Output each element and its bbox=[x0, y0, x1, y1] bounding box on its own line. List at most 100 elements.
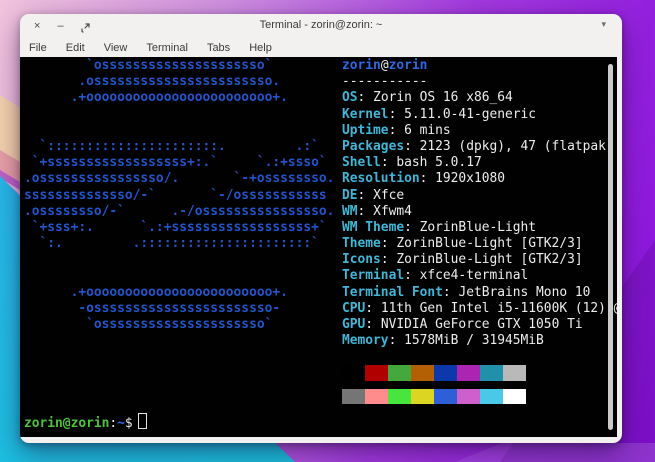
color-swatch bbox=[365, 365, 388, 381]
prompt-user-host: zorin@zorin bbox=[24, 416, 109, 431]
info-label: WM Theme bbox=[342, 220, 404, 235]
info-value: ZorinBlue-Light bbox=[420, 220, 536, 235]
info-colon: : bbox=[420, 171, 436, 186]
info-colon: : bbox=[358, 188, 374, 203]
menu-item[interactable]: Tabs bbox=[207, 42, 230, 54]
info-label: DE bbox=[342, 188, 358, 203]
neofetch-info-row: Terminal: xfce4-terminal bbox=[342, 268, 617, 284]
info-label: CPU bbox=[342, 301, 365, 316]
neofetch-info-row: Uptime: 6 mins bbox=[342, 123, 617, 139]
info-value: ZorinBlue-Light [GTK2/3] bbox=[396, 252, 582, 267]
prompt-path: ~ bbox=[117, 416, 125, 431]
info-colon: : bbox=[381, 236, 397, 251]
info-colon: : bbox=[389, 333, 405, 348]
info-label: Shell bbox=[342, 155, 381, 170]
color-swatch bbox=[411, 389, 434, 405]
titlebar[interactable]: × – Terminal - zorin@zorin: ~ ▾ bbox=[20, 14, 622, 38]
info-value: 1920x1080 bbox=[435, 171, 505, 186]
neofetch-info-row: Terminal Font: JetBrains Mono 10 bbox=[342, 285, 617, 301]
info-colon: : bbox=[443, 285, 459, 300]
neofetch-info: zorin@zorin ----------- OS: Zorin OS 16 … bbox=[342, 58, 617, 349]
info-value: xfce4-terminal bbox=[420, 268, 529, 283]
terminal-screen[interactable]: `osssssssssssssssssssso` .osssssssssssss… bbox=[20, 57, 617, 437]
neofetch-rows: OS: Zorin OS 16 x86_64 Kernel: 5.11.0-41… bbox=[342, 90, 617, 349]
color-swatch bbox=[388, 365, 411, 381]
color-swatch bbox=[503, 365, 526, 381]
terminal-color-palette bbox=[342, 365, 526, 412]
info-colon: : bbox=[365, 317, 381, 332]
color-swatch bbox=[503, 389, 526, 405]
prompt-colon: : bbox=[109, 416, 117, 431]
info-label: Terminal Font bbox=[342, 285, 443, 300]
info-value: 11th Gen Intel i5-11600K (12) @ bbox=[381, 301, 617, 316]
neofetch-info-row: OS: Zorin OS 16 x86_64 bbox=[342, 90, 617, 106]
neofetch-host: zorin bbox=[389, 58, 428, 73]
neofetch-info-row: Packages: 2123 (dpkg), 47 (flatpak) bbox=[342, 139, 617, 155]
neofetch-info-row: Kernel: 5.11.0-41-generic bbox=[342, 107, 617, 123]
info-label: Resolution bbox=[342, 171, 420, 186]
info-label: Icons bbox=[342, 252, 381, 267]
info-value: 2123 (dpkg), 47 (flatpak) bbox=[420, 139, 614, 154]
info-colon: : bbox=[381, 252, 397, 267]
color-swatch bbox=[480, 365, 503, 381]
menu-item[interactable]: Terminal bbox=[146, 42, 188, 54]
info-label: Packages bbox=[342, 139, 404, 154]
info-value: Xfce bbox=[373, 188, 404, 203]
chevron-down-icon[interactable]: ▾ bbox=[601, 19, 606, 30]
menubar: File Edit View Terminal Tabs Help bbox=[20, 38, 622, 57]
neofetch-info-row: Icons: ZorinBlue-Light [GTK2/3] bbox=[342, 252, 617, 268]
neofetch-user: zorin bbox=[342, 58, 381, 73]
neofetch-info-row: WM Theme: ZorinBlue-Light bbox=[342, 220, 617, 236]
color-swatch bbox=[480, 389, 503, 405]
neofetch-separator: ----------- bbox=[342, 74, 617, 90]
info-colon: : bbox=[358, 90, 374, 105]
info-value: JetBrains Mono 10 bbox=[458, 285, 590, 300]
terminal-cursor[interactable] bbox=[138, 413, 147, 429]
neofetch-info-row: CPU: 11th Gen Intel i5-11600K (12) @ bbox=[342, 301, 617, 317]
info-label: Terminal bbox=[342, 268, 404, 283]
color-swatch bbox=[411, 365, 434, 381]
color-swatch bbox=[434, 389, 457, 405]
info-label: GPU bbox=[342, 317, 365, 332]
neofetch-info-row: DE: Xfce bbox=[342, 188, 617, 204]
info-value: Xfwm4 bbox=[373, 204, 412, 219]
color-swatch bbox=[388, 389, 411, 405]
info-value: 1578MiB / 31945MiB bbox=[404, 333, 544, 348]
info-colon: : bbox=[365, 301, 381, 316]
info-value: ZorinBlue-Light [GTK2/3] bbox=[396, 236, 582, 251]
neofetch-info-row: GPU: NVIDIA GeForce GTX 1050 Ti bbox=[342, 317, 617, 333]
info-value: NVIDIA GeForce GTX 1050 Ti bbox=[381, 317, 583, 332]
menu-item[interactable]: File bbox=[29, 42, 47, 54]
color-swatch bbox=[457, 389, 480, 405]
info-colon: : bbox=[389, 123, 405, 138]
info-colon: : bbox=[389, 107, 405, 122]
palette-row-bright bbox=[342, 389, 526, 413]
info-value: bash 5.0.17 bbox=[396, 155, 481, 170]
neofetch-info-row: Shell: bash 5.0.17 bbox=[342, 155, 617, 171]
window-title: Terminal - zorin@zorin: ~ bbox=[20, 19, 622, 31]
terminal-scrollbar[interactable] bbox=[608, 64, 613, 430]
info-label: Memory bbox=[342, 333, 389, 348]
color-swatch bbox=[434, 365, 457, 381]
neofetch-info-row: WM: Xfwm4 bbox=[342, 204, 617, 220]
color-swatch bbox=[365, 389, 388, 405]
info-colon: : bbox=[381, 155, 397, 170]
info-value: 6 mins bbox=[404, 123, 451, 138]
shell-prompt: zorin@zorin:~$ bbox=[24, 413, 147, 432]
neofetch-at: @ bbox=[381, 58, 389, 73]
info-colon: : bbox=[404, 220, 420, 235]
menu-item[interactable]: Edit bbox=[66, 42, 85, 54]
info-label: Theme bbox=[342, 236, 381, 251]
neofetch-ascii-logo: `osssssssssssssssssssso` .osssssssssssss… bbox=[24, 58, 334, 333]
info-colon: : bbox=[404, 139, 420, 154]
info-label: Kernel bbox=[342, 107, 389, 122]
neofetch-title: zorin@zorin bbox=[342, 58, 617, 74]
desktop: × – Terminal - zorin@zorin: ~ ▾ File Edi… bbox=[0, 0, 655, 462]
menu-item[interactable]: Help bbox=[249, 42, 272, 54]
info-colon: : bbox=[358, 204, 374, 219]
info-value: 5.11.0-41-generic bbox=[404, 107, 536, 122]
color-swatch bbox=[342, 389, 365, 405]
color-swatch bbox=[457, 365, 480, 381]
info-label: WM bbox=[342, 204, 358, 219]
menu-item[interactable]: View bbox=[104, 42, 128, 54]
